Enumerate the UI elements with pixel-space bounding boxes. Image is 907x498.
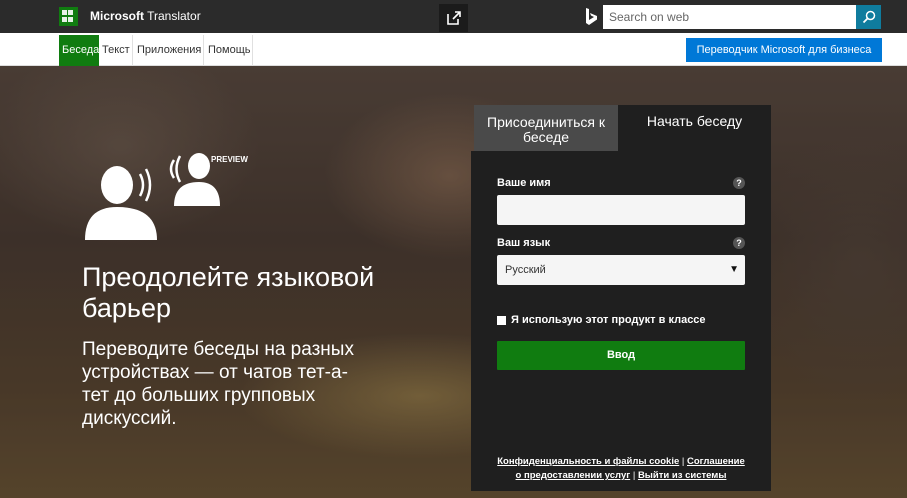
classroom-label[interactable]: Я использую этот продукт в классе: [511, 314, 706, 326]
name-help-icon[interactable]: ?: [733, 177, 745, 189]
tab-join-conversation[interactable]: Присоединиться к беседе: [474, 105, 618, 151]
privacy-link[interactable]: Конфиденциальность и файлы cookie: [497, 456, 679, 467]
dropdown-arrow-icon: ▼: [729, 264, 739, 275]
tab-help[interactable]: Помощь: [205, 35, 253, 66]
classroom-checkbox[interactable]: [497, 316, 506, 325]
conversation-people-icon: [85, 153, 220, 240]
popout-icon[interactable]: [439, 4, 468, 32]
language-select[interactable]: Русский ▼: [497, 255, 745, 285]
translator-logo-icon[interactable]: [59, 7, 78, 26]
search-icon[interactable]: [856, 5, 881, 29]
language-help-icon[interactable]: ?: [733, 237, 745, 249]
footer-separator: |: [630, 470, 638, 481]
hero-subtext: Переводите беседы на разных устройствах …: [82, 339, 354, 429]
footer-separator: |: [679, 456, 687, 467]
language-label: Ваш язык: [497, 237, 551, 249]
enter-button[interactable]: Ввод: [497, 341, 745, 370]
search-input[interactable]: [603, 5, 856, 29]
top-bar: Microsoft Translator: [0, 0, 907, 33]
tab-start-conversation[interactable]: Начать беседу: [618, 105, 771, 151]
hero-headline: Преодолейте языковой барьер: [82, 262, 375, 323]
name-label: Ваше имя: [497, 177, 551, 189]
language-select-value: Русский: [505, 264, 546, 276]
panel-footer: Конфиденциальность и файлы cookie | Согл…: [495, 455, 747, 483]
business-translator-button[interactable]: Переводчик Microsoft для бизнеса: [686, 38, 882, 62]
tab-apps[interactable]: Приложения: [134, 35, 204, 66]
preview-badge: PREVIEW: [211, 155, 248, 164]
tab-conversation[interactable]: Беседа: [59, 35, 99, 66]
sign-out-link[interactable]: Выйти из системы: [638, 470, 727, 481]
brand-name[interactable]: Microsoft Translator: [90, 9, 201, 23]
tab-text[interactable]: Текст: [99, 35, 133, 66]
bing-logo-icon: [584, 7, 598, 27]
name-field[interactable]: [497, 195, 745, 225]
